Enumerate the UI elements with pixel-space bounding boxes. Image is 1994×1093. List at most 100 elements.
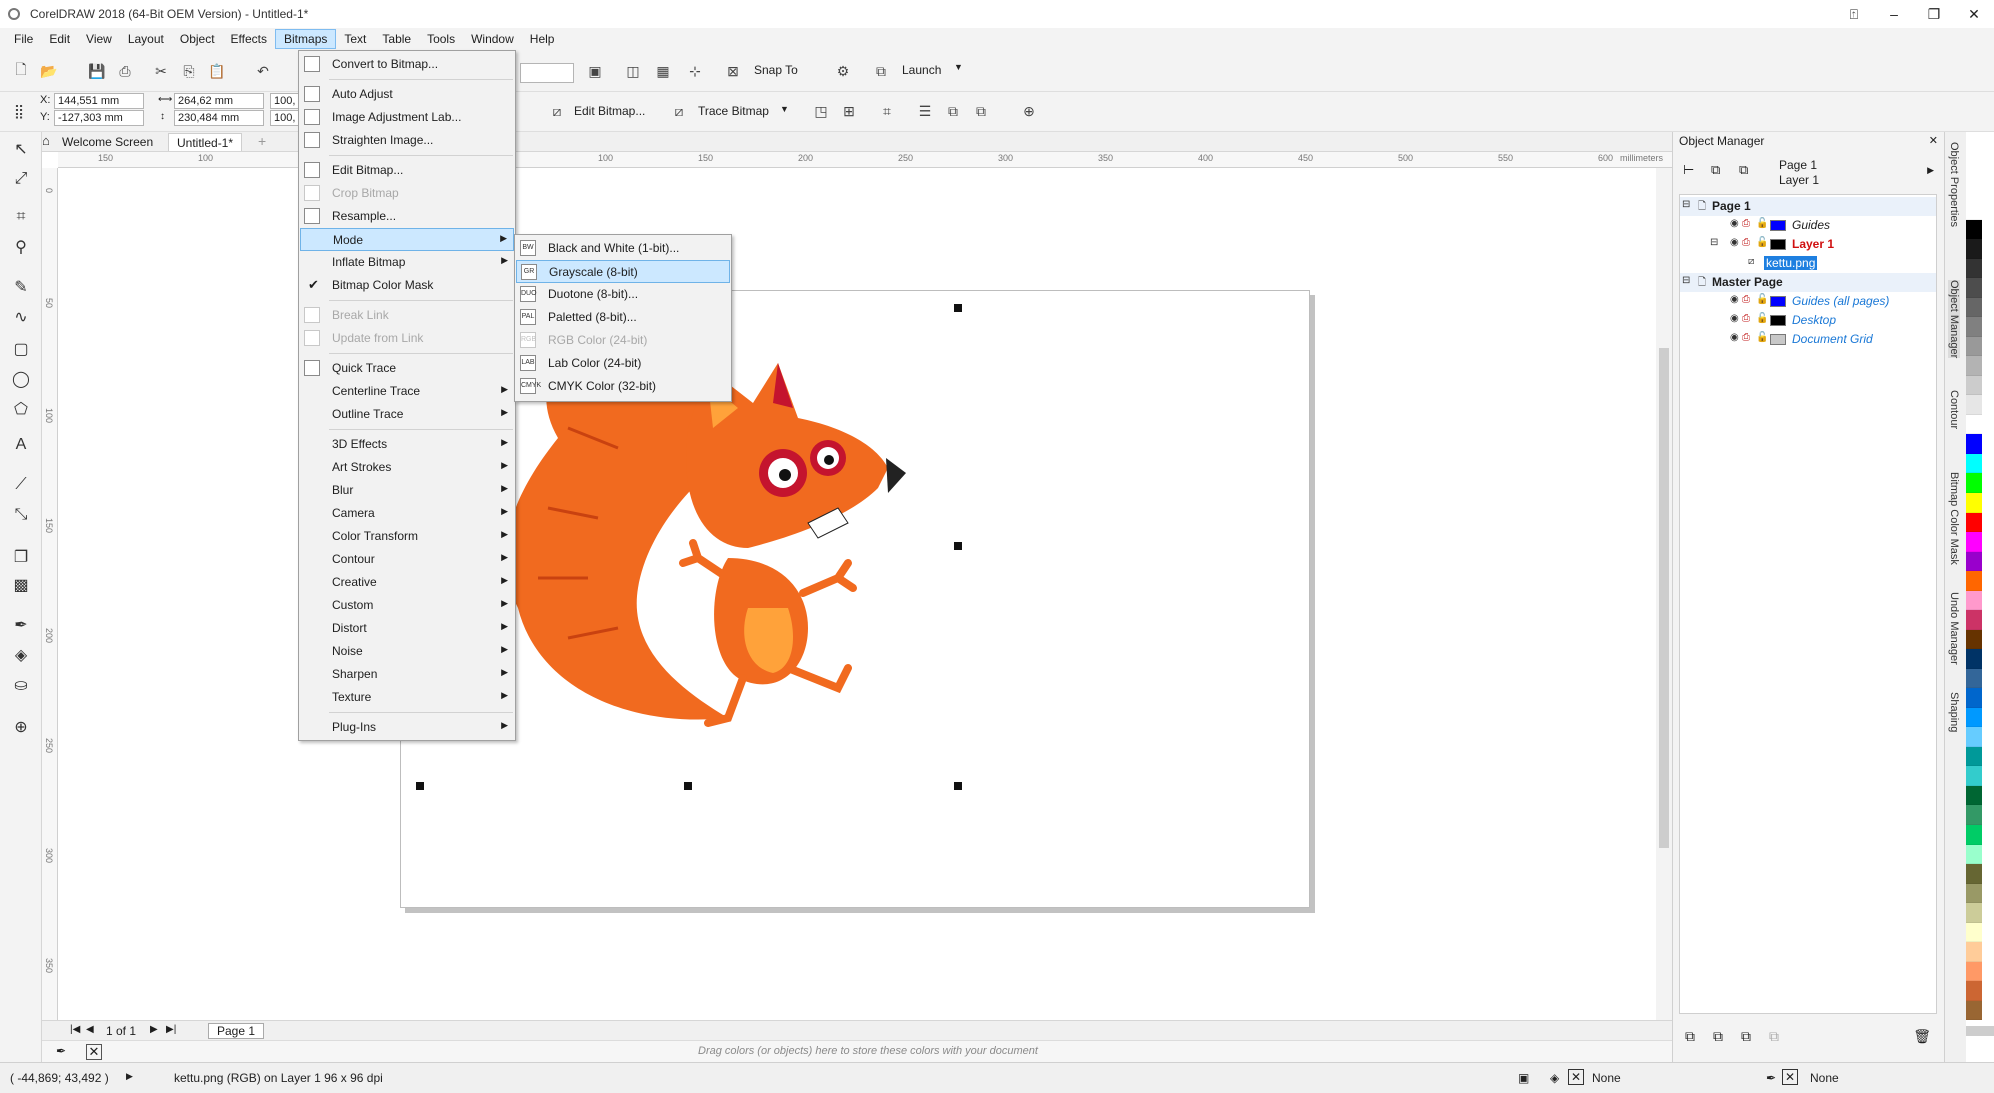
layer-color-swatch[interactable] [1770, 220, 1786, 231]
connector-tool-icon[interactable]: ⤡ [8, 502, 34, 528]
drop-shadow-icon[interactable]: ❐ [8, 544, 34, 570]
fill-none-swatch[interactable]: ✕ [1568, 1069, 1584, 1085]
prev-page-icon[interactable]: ◀ [86, 1024, 94, 1035]
palette-swatch[interactable] [1966, 727, 1982, 747]
palette-swatch[interactable] [1966, 258, 1982, 279]
docker-close-icon[interactable]: ✕ [1929, 134, 1938, 147]
visibility-eye-icon[interactable]: ◉ [1730, 313, 1739, 324]
palette-swatch[interactable] [1966, 746, 1982, 767]
palette-swatch[interactable] [1966, 668, 1982, 689]
printer-icon[interactable]: ⎙ [1742, 218, 1750, 229]
printer-icon[interactable]: ⎙ [1742, 294, 1750, 305]
to-back-icon[interactable]: ⧉ [970, 100, 992, 122]
collapse-icon[interactable]: ⊟ [1682, 199, 1690, 210]
menu-text[interactable]: Text [336, 30, 374, 48]
palette-swatch[interactable] [1966, 297, 1982, 318]
menu-edit[interactable]: Edit [41, 30, 78, 48]
palette-swatch[interactable] [1966, 688, 1982, 708]
menu-item-centerline-trace[interactable]: Centerline Trace ▶ [300, 380, 514, 403]
line-tool-icon[interactable]: ⟋ [8, 472, 34, 498]
palette-swatch[interactable] [1966, 571, 1982, 591]
docker-menu-arrow-icon[interactable]: ▶ [1927, 165, 1934, 176]
menu-item-image-adjustment-lab[interactable]: Image Adjustment Lab... [300, 106, 514, 129]
palette-swatch[interactable] [1966, 961, 1982, 982]
palette-swatch[interactable] [1966, 649, 1982, 669]
outline-pen-icon[interactable]: ✒ [1766, 1071, 1776, 1085]
menu-bitmaps[interactable]: Bitmaps [275, 29, 337, 49]
color-proof-icon[interactable]: ▣ [1518, 1071, 1529, 1085]
tree-page-master-page[interactable]: ⊟ 🗋 Master Page [1680, 273, 1936, 292]
visibility-eye-icon[interactable]: ◉ [1730, 218, 1739, 229]
mode-item-paletted-8-bit[interactable]: PAL Paletted (8-bit)... [516, 306, 730, 329]
new-page-layer-icon[interactable]: ⧉ [1685, 1028, 1695, 1045]
palette-swatch[interactable] [1966, 864, 1982, 884]
palette-swatch[interactable] [1966, 551, 1982, 572]
menu-item-camera[interactable]: Camera ▶ [300, 502, 514, 525]
menu-item-resample[interactable]: Resample... [300, 205, 514, 228]
add-icon[interactable]: ⊕ [1018, 100, 1040, 122]
ellipse-tool-icon[interactable]: ◯ [8, 366, 34, 392]
new-master-odd-icon[interactable]: ⧉ [1769, 1028, 1779, 1045]
edit-bitmap-button[interactable]: Edit Bitmap... [574, 104, 645, 118]
palette-swatch[interactable] [1966, 825, 1982, 845]
visibility-eye-icon[interactable]: ◉ [1730, 237, 1739, 248]
x-position-field[interactable]: 144,551 mm [54, 93, 144, 109]
tree-layer-guides[interactable]: ◉ ⎙ 🔓 Guides [1680, 216, 1936, 235]
trace-bitmap-icon[interactable]: ⧄ [668, 100, 690, 122]
lock-icon[interactable]: 🔓 [1756, 218, 1768, 229]
menu-item-outline-trace[interactable]: Outline Trace ▶ [300, 403, 514, 426]
palette-swatch[interactable] [1966, 356, 1982, 376]
menu-item-creative[interactable]: Creative ▶ [300, 571, 514, 594]
palette-swatch[interactable] [1966, 453, 1982, 474]
cut-icon[interactable]: ✂ [150, 60, 172, 82]
palette-swatch[interactable] [1966, 434, 1982, 454]
menu-tools[interactable]: Tools [419, 30, 463, 48]
save-icon[interactable]: 💾 [86, 60, 108, 82]
freehand-tool-icon[interactable]: ✎ [8, 274, 34, 300]
status-expand-icon[interactable]: ▶ [126, 1071, 133, 1082]
menu-help[interactable]: Help [522, 30, 563, 48]
snap-to-label[interactable]: Snap To [754, 63, 798, 77]
fill-indicator-icon[interactable]: ◈ [1550, 1071, 1559, 1085]
tab-welcome-screen[interactable]: Welcome Screen [54, 133, 161, 151]
horizontal-scrollbar[interactable] [872, 1021, 1994, 1041]
zoom-tool-icon[interactable]: ⚲ [8, 234, 34, 260]
full-screen-icon[interactable]: ▣ [584, 60, 606, 82]
y-position-field[interactable]: -127,303 mm [54, 110, 144, 126]
palette-swatch[interactable] [1966, 492, 1982, 513]
menu-file[interactable]: File [6, 30, 41, 48]
trace-dropdown-icon[interactable]: ▼ [780, 104, 789, 114]
palette-swatch[interactable] [1966, 981, 1982, 1001]
lock-icon[interactable]: 🔓 [1756, 294, 1768, 305]
resample-icon[interactable]: ⊞ [838, 100, 860, 122]
menu-item-custom[interactable]: Custom ▶ [300, 594, 514, 617]
lock-icon[interactable]: 🔓 [1756, 237, 1768, 248]
tree-layer-desktop[interactable]: ◉ ⎙ 🔓 Desktop [1680, 311, 1936, 330]
palette-swatch[interactable] [1966, 395, 1982, 415]
menu-view[interactable]: View [78, 30, 120, 48]
scale-y-field[interactable]: 100, [270, 110, 300, 126]
next-page-icon[interactable]: ▶ [150, 1024, 158, 1035]
lock-icon[interactable]: 🔓 [1756, 313, 1768, 324]
menu-item-plug-ins[interactable]: Plug-Ins ▶ [300, 716, 514, 739]
printer-icon[interactable]: ⎙ [1742, 332, 1750, 343]
launch-label[interactable]: Launch [902, 63, 941, 77]
new-document-icon[interactable]: 🗋 [10, 60, 32, 82]
menu-item-color-transform[interactable]: Color Transform ▶ [300, 525, 514, 548]
menu-item-straighten-image[interactable]: Straighten Image... [300, 129, 514, 152]
collapse-icon[interactable]: ⊟ [1710, 237, 1718, 248]
layer-color-swatch[interactable] [1770, 239, 1786, 250]
text-tool-icon[interactable]: A [8, 432, 34, 458]
new-tab-icon[interactable]: + [258, 133, 266, 149]
tree-layer-layer-1[interactable]: ⊟ ◉ ⎙ 🔓 Layer 1 [1680, 235, 1936, 254]
vertical-ruler[interactable]: 0 50 100 150 200 250 300 350 [42, 168, 58, 1020]
menu-item-quick-trace[interactable]: Quick Trace [300, 357, 514, 380]
palette-swatch[interactable] [1966, 1000, 1982, 1021]
delete-icon[interactable]: 🗑 [1913, 1028, 1931, 1045]
polygon-tool-icon[interactable]: ⬠ [8, 396, 34, 422]
palette-swatch[interactable] [1966, 922, 1982, 943]
menu-item-texture[interactable]: Texture ▶ [300, 686, 514, 709]
menu-item-distort[interactable]: Distort ▶ [300, 617, 514, 640]
close-button[interactable]: ✕ [1954, 0, 1994, 28]
add-tool-icon[interactable]: ⊕ [8, 714, 34, 740]
